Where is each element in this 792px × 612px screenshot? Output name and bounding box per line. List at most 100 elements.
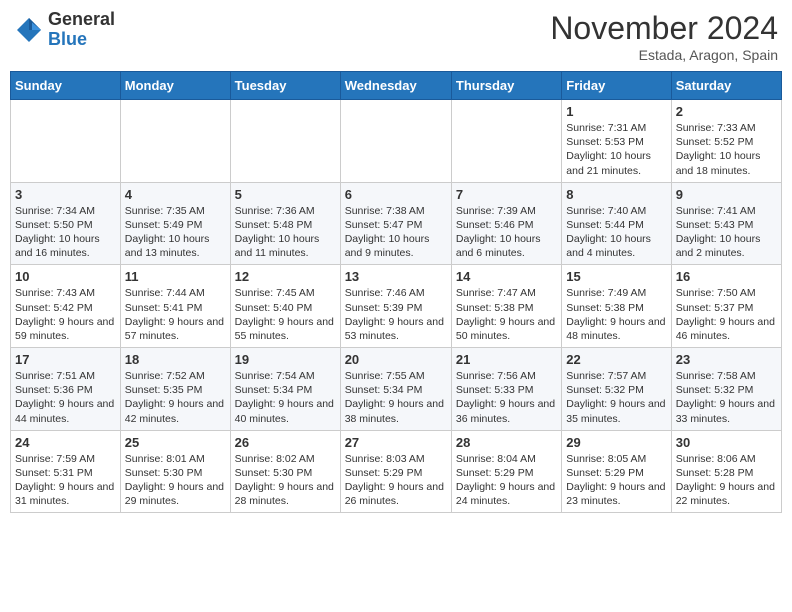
- calendar-cell: 8 Sunrise: 7:40 AM Sunset: 5:44 PM Daylig…: [562, 182, 671, 265]
- logo-icon: [14, 15, 44, 45]
- logo: General Blue: [14, 10, 115, 50]
- day-number: 20: [345, 352, 447, 367]
- day-info: Sunrise: 8:04 AM Sunset: 5:29 PM Dayligh…: [456, 452, 557, 509]
- calendar-cell: 19Sunrise: 7:54 AM Sunset: 5:34 PM Dayli…: [230, 348, 340, 431]
- calendar-cell: 29 Sunrise: 8:05 AM Sunset: 5:29 PM Dayli…: [562, 430, 671, 513]
- calendar-cell: 17Sunrise: 7:51 AM Sunset: 5:36 PM Dayli…: [11, 348, 121, 431]
- day-number: 1: [566, 104, 666, 119]
- weekday-header-sunday: Sunday: [11, 72, 121, 100]
- day-info: Sunrise: 8:03 AM Sunset: 5:29 PM Dayligh…: [345, 452, 447, 509]
- calendar-cell: 23 Sunrise: 7:58 AM Sunset: 5:32 PM Dayli…: [671, 348, 781, 431]
- day-number: 8: [566, 187, 666, 202]
- calendar-cell: 14 Sunrise: 7:47 AM Sunset: 5:38 PM Dayli…: [451, 265, 561, 348]
- day-info: Sunrise: 7:34 AM Sunset: 5:50 PM Dayligh…: [15, 204, 116, 261]
- day-info: Sunrise: 7:43 AM Sunset: 5:42 PM Dayligh…: [15, 286, 116, 343]
- weekday-header-tuesday: Tuesday: [230, 72, 340, 100]
- day-info: Sunrise: 7:59 AM Sunset: 5:31 PM Dayligh…: [15, 452, 116, 509]
- day-number: 2: [676, 104, 777, 119]
- day-info: Sunrise: 8:05 AM Sunset: 5:29 PM Dayligh…: [566, 452, 666, 509]
- calendar-cell: 3Sunrise: 7:34 AM Sunset: 5:50 PM Daylig…: [11, 182, 121, 265]
- weekday-header-row: SundayMondayTuesdayWednesdayThursdayFrid…: [11, 72, 782, 100]
- day-number: 9: [676, 187, 777, 202]
- day-number: 18: [125, 352, 226, 367]
- calendar-cell: 27Sunrise: 8:03 AM Sunset: 5:29 PM Dayli…: [340, 430, 451, 513]
- day-info: Sunrise: 7:57 AM Sunset: 5:32 PM Dayligh…: [566, 369, 666, 426]
- calendar-cell: 18 Sunrise: 7:52 AM Sunset: 5:35 PM Dayli…: [120, 348, 230, 431]
- day-info: Sunrise: 7:44 AM Sunset: 5:41 PM Dayligh…: [125, 286, 226, 343]
- calendar-cell: [340, 100, 451, 183]
- page-header: General Blue November 2024 Estada, Arago…: [10, 10, 782, 63]
- day-info: Sunrise: 7:49 AM Sunset: 5:38 PM Dayligh…: [566, 286, 666, 343]
- day-number: 15: [566, 269, 666, 284]
- day-info: Sunrise: 7:35 AM Sunset: 5:49 PM Dayligh…: [125, 204, 226, 261]
- calendar-cell: [451, 100, 561, 183]
- day-info: Sunrise: 7:38 AM Sunset: 5:47 PM Dayligh…: [345, 204, 447, 261]
- calendar-cell: 22 Sunrise: 7:57 AM Sunset: 5:32 PM Dayli…: [562, 348, 671, 431]
- day-info: Sunrise: 7:55 AM Sunset: 5:34 PM Dayligh…: [345, 369, 447, 426]
- calendar-cell: 6 Sunrise: 7:38 AM Sunset: 5:47 PM Daylig…: [340, 182, 451, 265]
- calendar-week-2: 3Sunrise: 7:34 AM Sunset: 5:50 PM Daylig…: [11, 182, 782, 265]
- calendar-cell: 25 Sunrise: 8:01 AM Sunset: 5:30 PM Dayli…: [120, 430, 230, 513]
- calendar-cell: 16Sunrise: 7:50 AM Sunset: 5:37 PM Dayli…: [671, 265, 781, 348]
- weekday-header-wednesday: Wednesday: [340, 72, 451, 100]
- day-number: 23: [676, 352, 777, 367]
- day-info: Sunrise: 7:36 AM Sunset: 5:48 PM Dayligh…: [235, 204, 336, 261]
- day-number: 14: [456, 269, 557, 284]
- day-number: 10: [15, 269, 116, 284]
- day-info: Sunrise: 7:45 AM Sunset: 5:40 PM Dayligh…: [235, 286, 336, 343]
- day-info: Sunrise: 8:02 AM Sunset: 5:30 PM Dayligh…: [235, 452, 336, 509]
- calendar-cell: [11, 100, 121, 183]
- day-info: Sunrise: 7:31 AM Sunset: 5:53 PM Dayligh…: [566, 121, 666, 178]
- day-number: 6: [345, 187, 447, 202]
- day-info: Sunrise: 7:41 AM Sunset: 5:43 PM Dayligh…: [676, 204, 777, 261]
- calendar-cell: 30Sunrise: 8:06 AM Sunset: 5:28 PM Dayli…: [671, 430, 781, 513]
- day-info: Sunrise: 7:58 AM Sunset: 5:32 PM Dayligh…: [676, 369, 777, 426]
- day-info: Sunrise: 8:06 AM Sunset: 5:28 PM Dayligh…: [676, 452, 777, 509]
- calendar-week-4: 17Sunrise: 7:51 AM Sunset: 5:36 PM Dayli…: [11, 348, 782, 431]
- calendar-table: SundayMondayTuesdayWednesdayThursdayFrid…: [10, 71, 782, 513]
- month-title: November 2024: [550, 10, 778, 47]
- calendar-week-1: 1 Sunrise: 7:31 AM Sunset: 5:53 PM Daylig…: [11, 100, 782, 183]
- weekday-header-thursday: Thursday: [451, 72, 561, 100]
- day-info: Sunrise: 7:39 AM Sunset: 5:46 PM Dayligh…: [456, 204, 557, 261]
- day-number: 25: [125, 435, 226, 450]
- calendar-cell: 24Sunrise: 7:59 AM Sunset: 5:31 PM Dayli…: [11, 430, 121, 513]
- weekday-header-monday: Monday: [120, 72, 230, 100]
- day-number: 5: [235, 187, 336, 202]
- logo-blue: Blue: [48, 30, 115, 50]
- calendar-cell: 10 Sunrise: 7:43 AM Sunset: 5:42 PM Dayli…: [11, 265, 121, 348]
- calendar-cell: 15 Sunrise: 7:49 AM Sunset: 5:38 PM Dayli…: [562, 265, 671, 348]
- logo-general: General: [48, 10, 115, 30]
- calendar-cell: 1 Sunrise: 7:31 AM Sunset: 5:53 PM Daylig…: [562, 100, 671, 183]
- calendar-cell: 28 Sunrise: 8:04 AM Sunset: 5:29 PM Dayli…: [451, 430, 561, 513]
- day-number: 7: [456, 187, 557, 202]
- day-number: 16: [676, 269, 777, 284]
- day-info: Sunrise: 7:40 AM Sunset: 5:44 PM Dayligh…: [566, 204, 666, 261]
- calendar-week-5: 24Sunrise: 7:59 AM Sunset: 5:31 PM Dayli…: [11, 430, 782, 513]
- calendar-cell: 5 Sunrise: 7:36 AM Sunset: 5:48 PM Daylig…: [230, 182, 340, 265]
- calendar-cell: 11 Sunrise: 7:44 AM Sunset: 5:41 PM Dayli…: [120, 265, 230, 348]
- day-info: Sunrise: 7:54 AM Sunset: 5:34 PM Dayligh…: [235, 369, 336, 426]
- calendar-cell: [230, 100, 340, 183]
- calendar-cell: 9 Sunrise: 7:41 AM Sunset: 5:43 PM Daylig…: [671, 182, 781, 265]
- calendar-cell: 26Sunrise: 8:02 AM Sunset: 5:30 PM Dayli…: [230, 430, 340, 513]
- day-info: Sunrise: 8:01 AM Sunset: 5:30 PM Dayligh…: [125, 452, 226, 509]
- day-number: 29: [566, 435, 666, 450]
- day-number: 22: [566, 352, 666, 367]
- calendar-week-3: 10 Sunrise: 7:43 AM Sunset: 5:42 PM Dayli…: [11, 265, 782, 348]
- day-number: 12: [235, 269, 336, 284]
- calendar-cell: 2Sunrise: 7:33 AM Sunset: 5:52 PM Daylig…: [671, 100, 781, 183]
- day-info: Sunrise: 7:51 AM Sunset: 5:36 PM Dayligh…: [15, 369, 116, 426]
- day-number: 11: [125, 269, 226, 284]
- weekday-header-saturday: Saturday: [671, 72, 781, 100]
- calendar-cell: 20 Sunrise: 7:55 AM Sunset: 5:34 PM Dayli…: [340, 348, 451, 431]
- calendar-cell: 13Sunrise: 7:46 AM Sunset: 5:39 PM Dayli…: [340, 265, 451, 348]
- logo-text: General Blue: [48, 10, 115, 50]
- day-info: Sunrise: 7:47 AM Sunset: 5:38 PM Dayligh…: [456, 286, 557, 343]
- calendar-cell: [120, 100, 230, 183]
- day-info: Sunrise: 7:56 AM Sunset: 5:33 PM Dayligh…: [456, 369, 557, 426]
- day-number: 28: [456, 435, 557, 450]
- day-info: Sunrise: 7:52 AM Sunset: 5:35 PM Dayligh…: [125, 369, 226, 426]
- calendar-cell: 4Sunrise: 7:35 AM Sunset: 5:49 PM Daylig…: [120, 182, 230, 265]
- calendar-cell: 7 Sunrise: 7:39 AM Sunset: 5:46 PM Daylig…: [451, 182, 561, 265]
